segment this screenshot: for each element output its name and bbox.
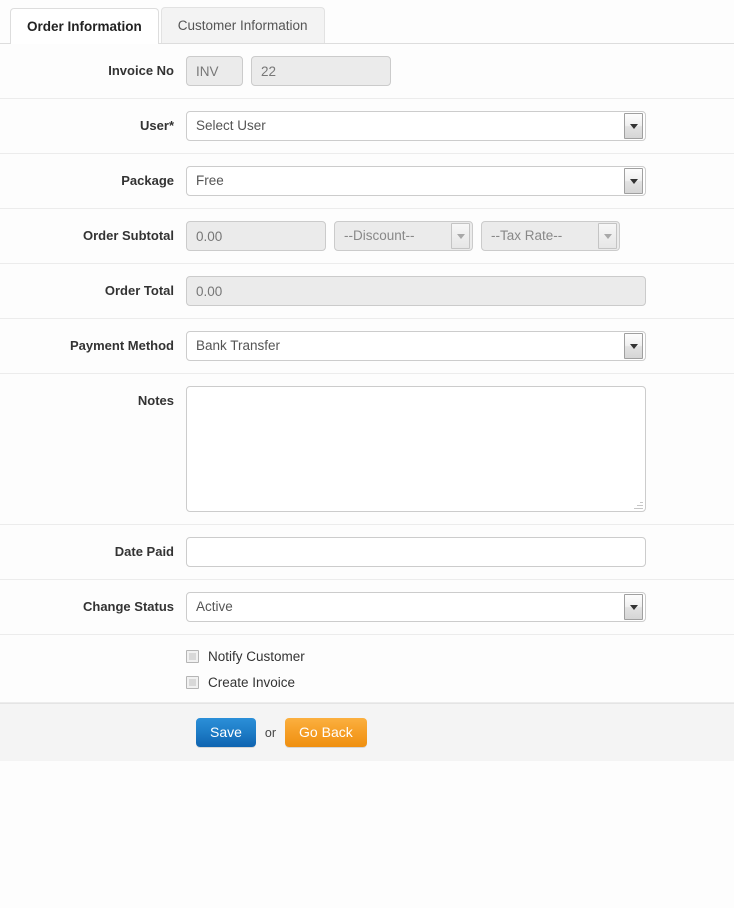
row-payment-method: Payment Method Bank Transfer	[0, 319, 734, 374]
row-user: User* Select User	[0, 99, 734, 154]
chevron-down-icon[interactable]	[624, 168, 643, 194]
user-select-value: Select User	[196, 118, 266, 133]
notes-textarea[interactable]	[186, 386, 646, 512]
tab-order-information[interactable]: Order Information	[10, 8, 159, 44]
label-order-total: Order Total	[104, 283, 174, 298]
tab-customer-information[interactable]: Customer Information	[160, 7, 325, 43]
label-change-status: Change Status	[82, 599, 174, 614]
payment-method-select-value: Bank Transfer	[196, 338, 281, 353]
label-package: Package	[121, 173, 174, 188]
invoice-number-input[interactable]	[251, 56, 391, 86]
row-options: Notify Customer Create Invoice	[0, 635, 734, 703]
row-invoice-no: Invoice No	[0, 44, 734, 99]
form-footer: Save or Go Back	[0, 703, 734, 761]
tab-customer-information-label: Customer Information	[177, 18, 308, 33]
date-paid-input[interactable]	[186, 537, 646, 567]
row-date-paid: Date Paid	[0, 525, 734, 580]
change-status-select-value: Active	[196, 599, 233, 614]
chevron-down-icon[interactable]	[624, 333, 643, 359]
checkbox-icon[interactable]	[186, 676, 199, 689]
save-button[interactable]: Save	[196, 718, 256, 747]
row-order-subtotal: Order Subtotal --Discount-- --Tax Rate--	[0, 209, 734, 264]
label-options-empty	[0, 647, 186, 654]
chevron-down-icon[interactable]	[624, 594, 643, 620]
checkbox-icon[interactable]	[186, 650, 199, 663]
change-status-select[interactable]: Active	[186, 592, 646, 622]
payment-method-select[interactable]: Bank Transfer	[186, 331, 646, 361]
invoice-prefix-input[interactable]	[186, 56, 243, 86]
order-subtotal-input[interactable]	[186, 221, 326, 251]
chevron-down-icon[interactable]	[451, 223, 470, 249]
discount-select-value: --Discount--	[344, 228, 415, 243]
or-separator-label: or	[264, 725, 277, 740]
go-back-button[interactable]: Go Back	[285, 718, 367, 747]
discount-select[interactable]: --Discount--	[334, 221, 473, 251]
row-order-total: Order Total	[0, 264, 734, 319]
chevron-down-icon[interactable]	[598, 223, 617, 249]
tab-order-information-label: Order Information	[27, 19, 142, 34]
tax-rate-select[interactable]: --Tax Rate--	[481, 221, 620, 251]
label-payment-method: Payment Method	[69, 338, 174, 353]
row-notes: Notes	[0, 374, 734, 525]
options-group: Notify Customer Create Invoice	[186, 647, 305, 690]
label-order-subtotal: Order Subtotal	[82, 228, 174, 243]
row-change-status: Change Status Active	[0, 580, 734, 635]
checkbox-create-invoice[interactable]: Create Invoice	[186, 675, 305, 690]
checkbox-create-invoice-label: Create Invoice	[208, 675, 296, 690]
label-invoice-no: Invoice No	[108, 63, 174, 78]
order-total-input[interactable]	[186, 276, 646, 306]
package-select-value: Free	[196, 173, 224, 188]
row-package: Package Free	[0, 154, 734, 209]
label-user: User*	[140, 118, 174, 133]
label-date-paid: Date Paid	[114, 544, 174, 559]
checkbox-notify-customer[interactable]: Notify Customer	[186, 649, 305, 664]
label-notes: Notes	[137, 393, 174, 408]
user-select[interactable]: Select User	[186, 111, 646, 141]
tab-bar: Order Information Customer Information	[0, 0, 734, 44]
resize-handle-icon[interactable]	[633, 499, 643, 509]
chevron-down-icon[interactable]	[624, 113, 643, 139]
tax-rate-select-value: --Tax Rate--	[491, 228, 563, 243]
checkbox-notify-customer-label: Notify Customer	[208, 649, 305, 664]
package-select[interactable]: Free	[186, 166, 646, 196]
order-form: Invoice No User* Select User Package Fre…	[0, 44, 734, 703]
